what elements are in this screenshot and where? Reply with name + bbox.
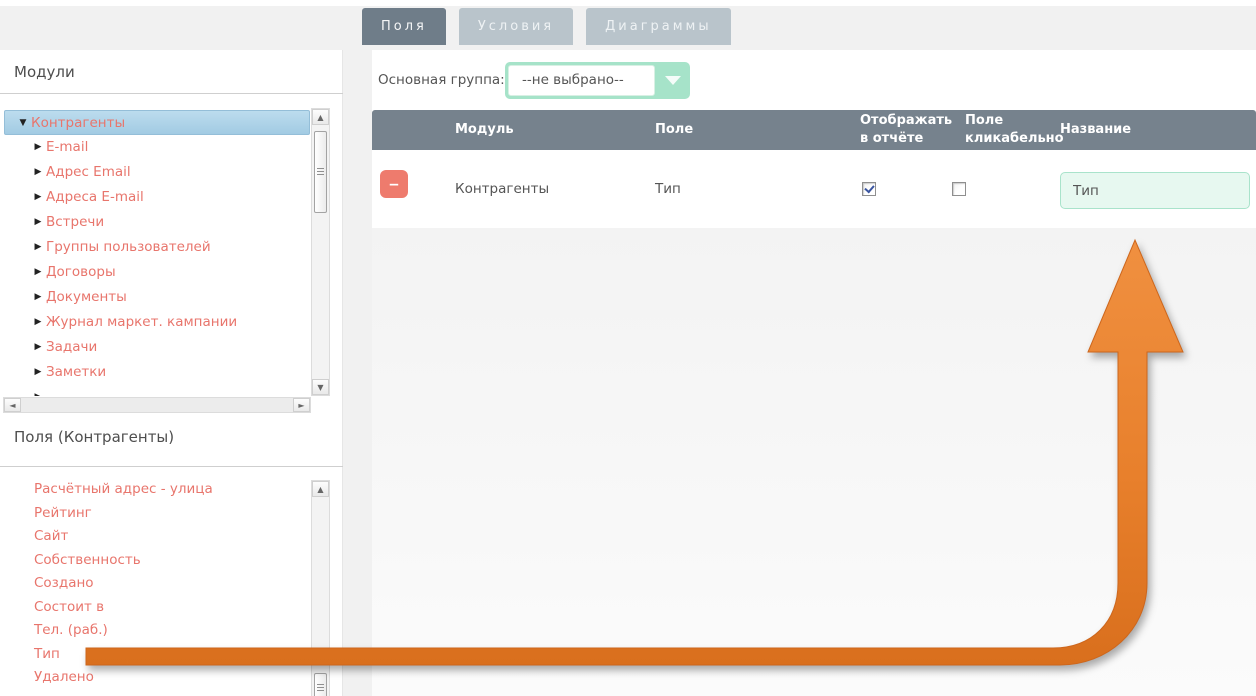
scroll-up-icon[interactable]: ▲ (312, 481, 329, 497)
fields-divider (0, 466, 343, 467)
tree-item-Договоры[interactable]: ▶ Договоры (4, 260, 310, 285)
tree-item-Адреса E-mail[interactable]: ▶ Адреса E-mail (4, 185, 310, 210)
report-builder-page: Поля Условия Диаграммы Модули ▼ Контрагенты… (0, 0, 1256, 696)
main-group-select[interactable]: --не выбрано-- (505, 62, 690, 99)
tree-item-E-mail[interactable]: ▶ E-mail (4, 135, 310, 160)
tree-item-label: Группы пользователей (46, 239, 211, 255)
field-item-Сайт[interactable]: Сайт (4, 525, 310, 549)
tree-item-label: E-mail (46, 139, 89, 155)
tab-0[interactable]: Поля (362, 8, 446, 45)
tree-item-Заметки[interactable]: ▶ Заметки (4, 360, 310, 385)
show-in-report-checkbox[interactable] (862, 182, 876, 196)
tree-item-Журнал маркет. кампании[interactable]: ▶ Журнал маркет. кампании (4, 310, 310, 335)
dropdown-arrow-button[interactable] (655, 62, 690, 99)
chevron-down-icon (664, 76, 681, 85)
modules-tree: ▼ Контрагенты ▶ E-mail ▶ Адрес Email ▶ Адреса E… (4, 110, 310, 396)
tree-collapsed-icon[interactable]: ▶ (30, 235, 46, 260)
table-row: – Контрагенты Тип (372, 150, 1256, 228)
field-item-Расчётный адрес - улица[interactable]: Расчётный адрес - улица (4, 478, 310, 502)
col-header-field-clickable: Поле (965, 113, 1004, 128)
tree-collapsed-icon[interactable]: ▶ (30, 385, 46, 396)
tree-item-label: Договоры (46, 264, 116, 280)
sidebar: Модули ▼ Контрагенты ▶ E-mail ▶ Адрес Email ▶ А… (0, 50, 343, 696)
col-header-name: Название (1060, 122, 1132, 137)
tree-collapsed-icon[interactable]: ▶ (30, 135, 46, 160)
col-header-field-clickable-line2: кликабельно (965, 131, 1064, 146)
tab-1[interactable]: Условия (458, 8, 574, 45)
tab-bar: Поля Условия Диаграммы (362, 8, 731, 45)
tree-item-label: Заметки (46, 364, 107, 380)
tree-expanded-icon[interactable]: ▼ (15, 111, 31, 136)
fields-list-vscrollbar[interactable]: ▲ (311, 480, 330, 696)
row-module-value: Контрагенты (455, 181, 550, 197)
scroll-down-icon[interactable]: ▼ (312, 379, 329, 395)
modules-heading: Модули (14, 63, 75, 81)
col-header-show-in-report-line2: в отчёте (860, 131, 924, 146)
modules-tree-hscrollbar[interactable]: ◄ ► (3, 397, 311, 413)
field-clickable-checkbox[interactable] (952, 182, 966, 196)
tab-2[interactable]: Диаграммы (586, 8, 731, 45)
sidebar-main-gutter (343, 50, 372, 696)
field-item-Рейтинг[interactable]: Рейтинг (4, 502, 310, 526)
scroll-thumb[interactable] (314, 131, 327, 213)
tree-item-Задачи[interactable]: ▶ Задачи (4, 335, 310, 360)
tree-collapsed-icon[interactable]: ▶ (30, 185, 46, 210)
tree-item-label: Адрес Email (46, 164, 131, 180)
tree-item-label: Документы (46, 289, 127, 305)
fields-table-header: Модуль Поле Отображать в отчёте Поле кли… (372, 110, 1256, 150)
tree-item-Контрагенты[interactable]: ▼ Контрагенты (4, 110, 310, 135)
scroll-thumb[interactable] (314, 673, 327, 696)
col-header-field: Поле (655, 122, 694, 137)
tree-collapsed-icon[interactable]: ▶ (30, 160, 46, 185)
tree-item-Встречи[interactable]: ▶ Встречи (4, 210, 310, 235)
tree-collapsed-icon[interactable]: ▶ (30, 210, 46, 235)
tree-item-label: Журнал маркет. кампании (46, 314, 238, 330)
scroll-left-icon[interactable]: ◄ (4, 398, 21, 412)
main-panel-bottom (372, 228, 1256, 696)
scroll-up-icon[interactable]: ▲ (312, 109, 329, 125)
tree-item-label: Встречи (46, 214, 105, 230)
tree-collapsed-icon[interactable]: ▶ (30, 260, 46, 285)
tree-collapsed-icon[interactable]: ▶ (30, 360, 46, 385)
tree-collapsed-icon[interactable]: ▶ (30, 285, 46, 310)
tree-item-Документы[interactable]: ▶ Документы (4, 285, 310, 310)
tree-item-Адрес Email[interactable]: ▶ Адрес Email (4, 160, 310, 185)
field-item-Тип[interactable]: Тип (4, 643, 310, 667)
field-item-Собственность[interactable]: Собственность (4, 549, 310, 573)
field-item-Удалено[interactable]: Удалено (4, 666, 310, 690)
field-item-Состоит в[interactable]: Состоит в (4, 596, 310, 620)
row-field-value: Тип (655, 181, 681, 197)
main-group-label: Основная группа: (378, 72, 505, 88)
tree-item-label: Контрагенты (31, 115, 126, 131)
main-group-selected-value: --не выбрано-- (508, 65, 655, 96)
col-header-show-in-report: Отображать (860, 113, 953, 128)
tree-item[interactable]: ▶ (4, 385, 310, 396)
tree-collapsed-icon[interactable]: ▶ (30, 310, 46, 335)
fields-list: Расчётный адрес - улица Рейтинг Сайт Собств… (4, 478, 310, 696)
fields-heading: Поля (Контрагенты) (14, 428, 175, 446)
field-item-Тел. (раб.)[interactable]: Тел. (раб.) (4, 619, 310, 643)
tree-item-Группы пользователей[interactable]: ▶ Группы пользователей (4, 235, 310, 260)
tree-item-label: Адреса E-mail (46, 189, 144, 205)
modules-divider (0, 93, 343, 94)
tree-item-label: Задачи (46, 339, 98, 355)
row-name-input[interactable] (1060, 172, 1250, 209)
field-item-Создано[interactable]: Создано (4, 572, 310, 596)
tree-collapsed-icon[interactable]: ▶ (30, 335, 46, 360)
col-header-module: Модуль (455, 122, 514, 137)
remove-row-button[interactable]: – (380, 170, 408, 198)
modules-tree-vscrollbar[interactable]: ▲ ▼ (311, 108, 330, 396)
scroll-right-icon[interactable]: ► (293, 398, 310, 412)
